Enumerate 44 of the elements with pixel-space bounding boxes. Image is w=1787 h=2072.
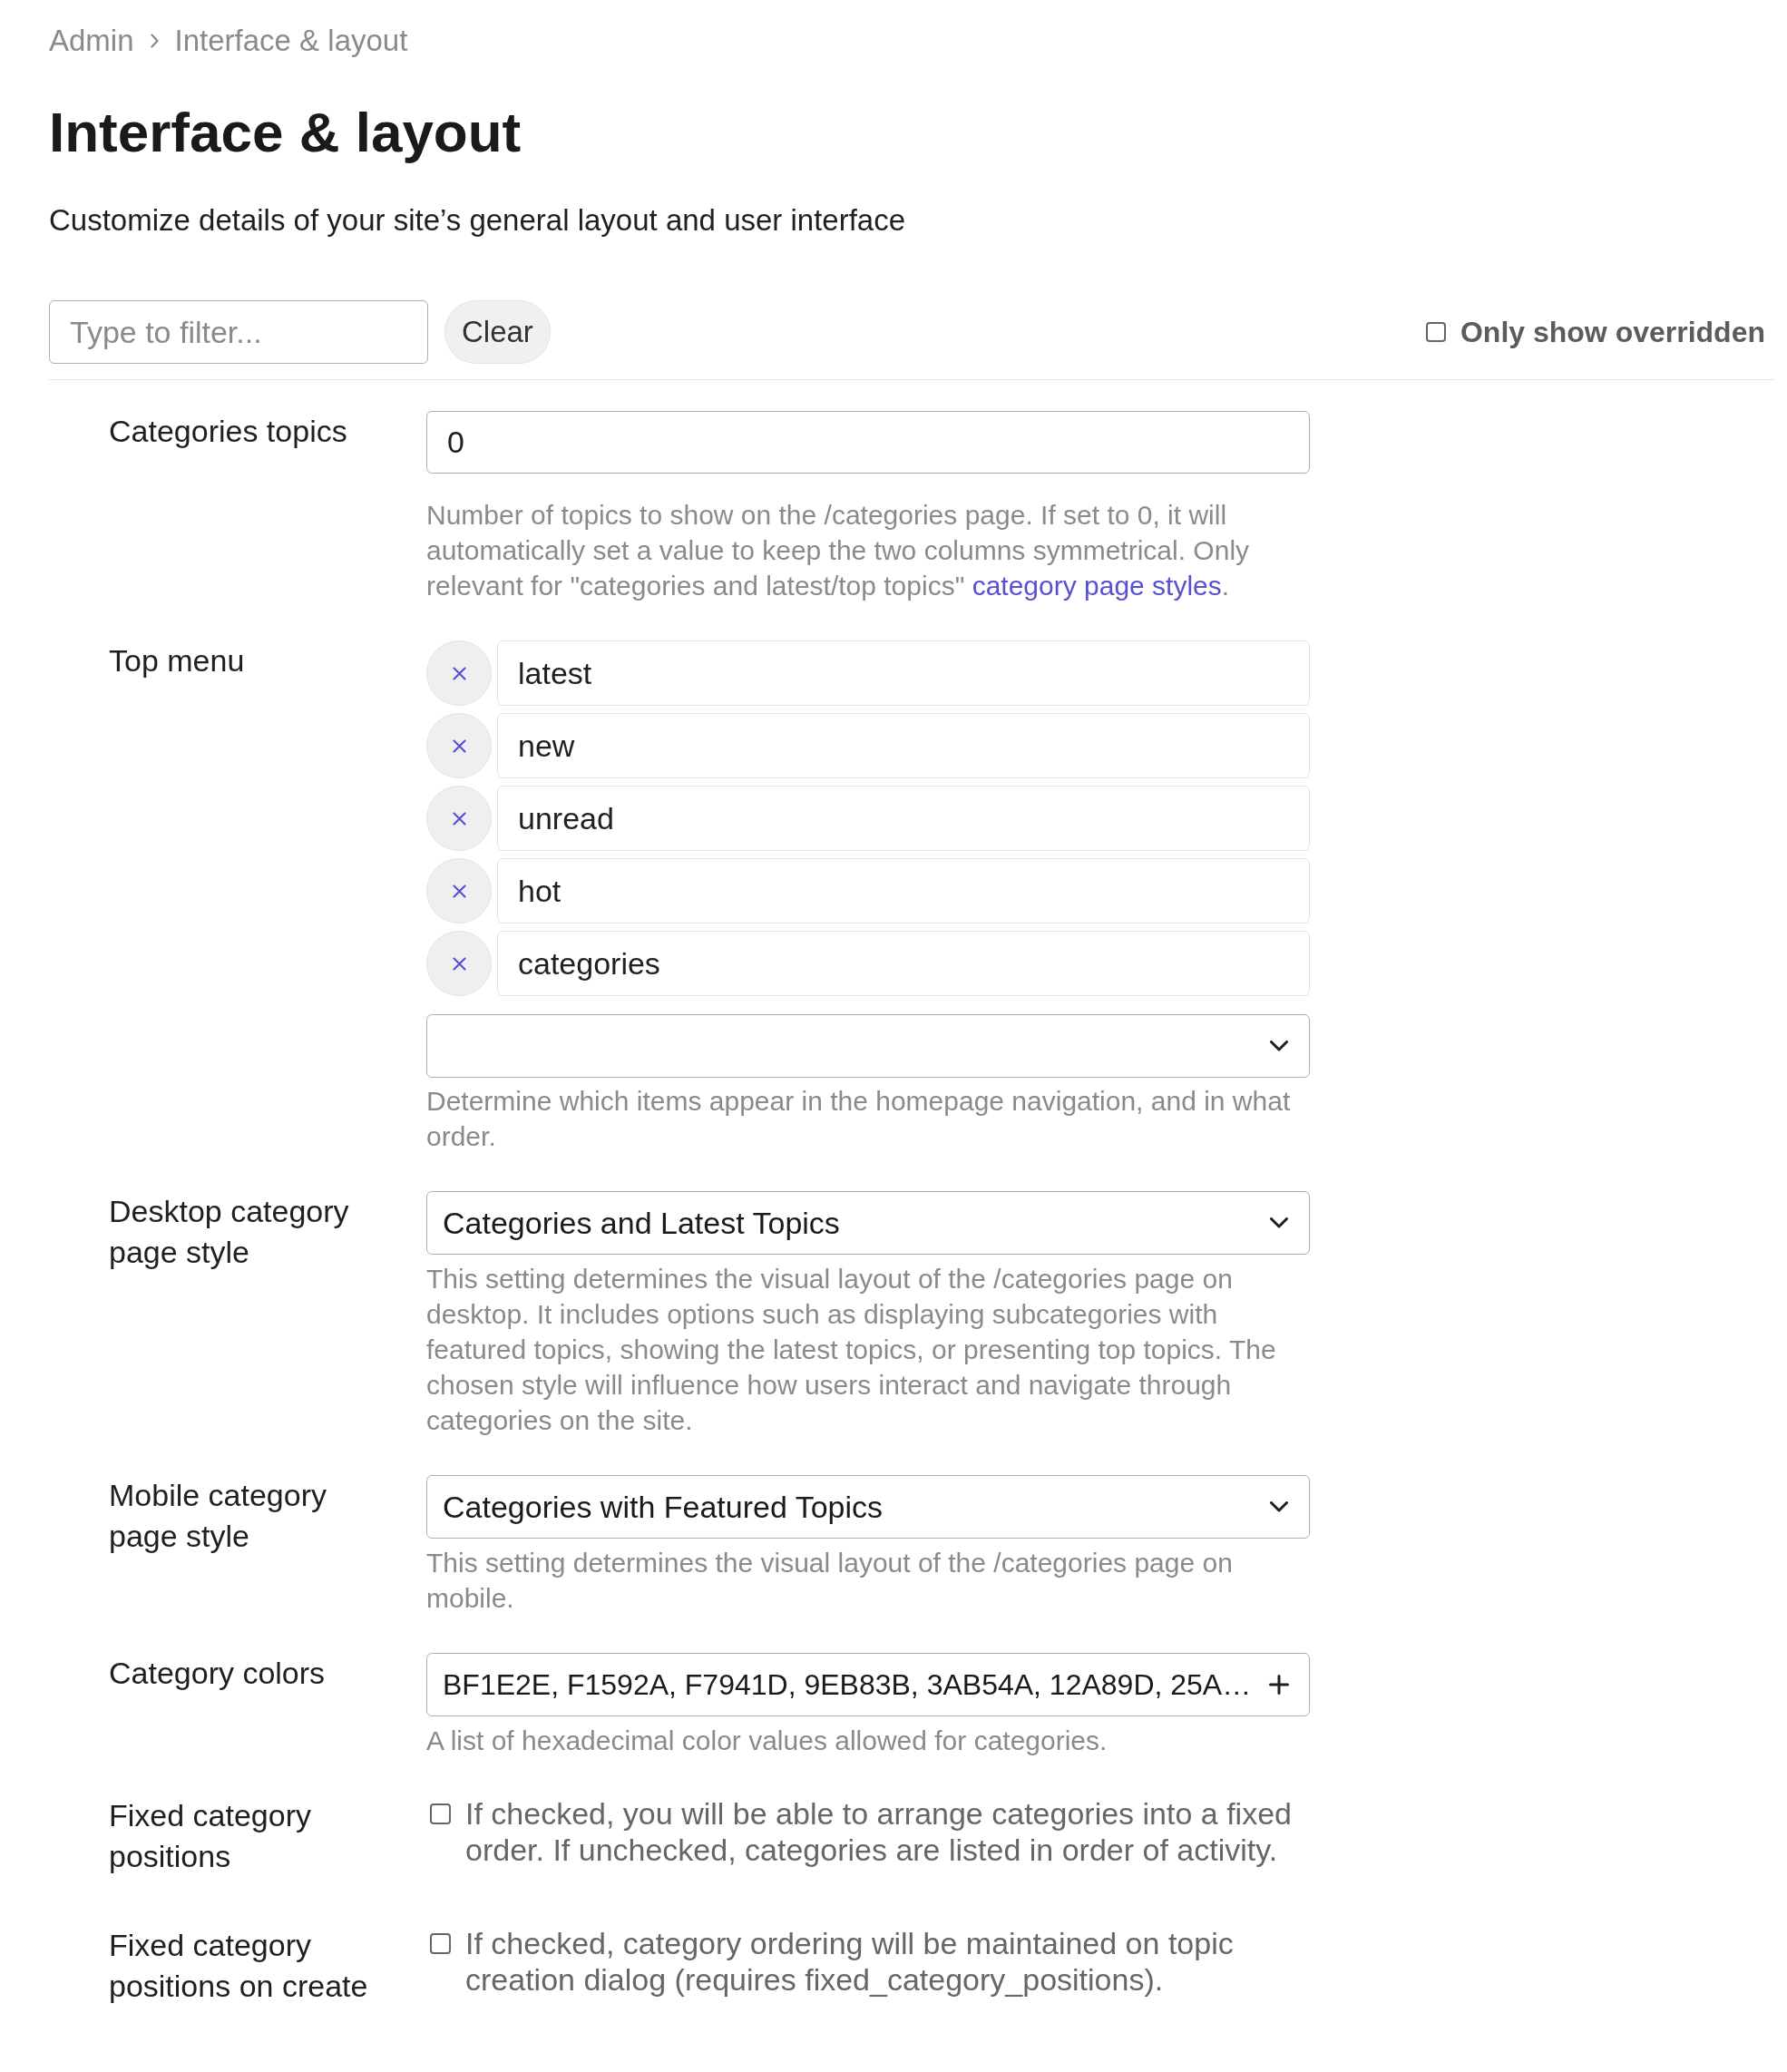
color-list-field[interactable]: BF1E2E, F1592A, F7941D, 9EB83B, 3AB54A, 12A89D, 25A… xyxy=(426,1653,1310,1716)
setting-label: Category colors xyxy=(109,1655,326,1692)
menu-item-field[interactable]: unread xyxy=(497,786,1310,851)
close-icon xyxy=(452,738,466,753)
chevron-right-icon xyxy=(150,34,159,48)
page-subtitle: Customize details of your site’s general layout and user interface xyxy=(49,202,906,239)
setting-description: This setting determines the visual layout of the /categories page on desktop. It includes options such as displaying subcategories with featured topics, showing the latest topics, or presenting top topics. The chosen style will influence how users interact and navigate through categories on the site. xyxy=(426,1263,1277,1437)
menu-item-field[interactable]: new xyxy=(497,713,1310,778)
plus-icon xyxy=(1269,1675,1289,1695)
breadcrumb-current: Interface & layout xyxy=(174,23,408,59)
page-title: Interface & layout xyxy=(49,100,522,165)
link[interactable]: category page styles xyxy=(972,571,1222,601)
select-field[interactable]: Categories and Latest Topics xyxy=(426,1191,1310,1255)
checkbox-label[interactable]: Only show overridden xyxy=(1460,314,1765,350)
close-icon xyxy=(452,666,466,680)
text-field[interactable]: 0 xyxy=(426,411,1310,474)
dropdown-field[interactable] xyxy=(426,1014,1310,1078)
setting-label: Mobile category page style xyxy=(109,1477,327,1555)
close-icon xyxy=(452,956,466,971)
menu-item-field[interactable]: latest xyxy=(497,640,1310,706)
close-icon xyxy=(452,884,466,898)
checkbox-label[interactable]: If checked, you will be able to arrange categories into a fixed order. If unchecked, categories are listed in order of activity. xyxy=(465,1795,1310,1868)
chevron-down-icon xyxy=(1270,1041,1288,1051)
menu-item-field[interactable]: categories xyxy=(497,931,1310,996)
setting-label: Top menu xyxy=(109,642,245,679)
checkbox[interactable] xyxy=(430,1933,451,1954)
setting-label: Fixed category positions on create xyxy=(109,1927,369,2005)
filter-field[interactable]: Type to filter... xyxy=(49,300,428,364)
clear-button[interactable]: Clear xyxy=(444,300,551,364)
select-field[interactable]: Categories with Featured Topics xyxy=(426,1475,1310,1539)
close-icon xyxy=(452,811,466,826)
setting-label: Categories topics xyxy=(109,413,347,450)
checkbox[interactable] xyxy=(1425,322,1446,342)
setting-description: Determine which items appear in the homepage navigation, and in what order. xyxy=(426,1085,1292,1153)
setting-label: Desktop category page style xyxy=(109,1193,350,1271)
checkbox-label[interactable]: If checked, category ordering will be maintained on topic creation dialog (requires fixed_category_positions). xyxy=(465,1925,1310,1998)
chevron-down-icon xyxy=(1270,1501,1288,1512)
menu-item-field[interactable]: hot xyxy=(497,858,1310,924)
setting-description: This setting determines the visual layout of the /categories page on mobile. xyxy=(426,1547,1234,1615)
setting-description: Number of topics to show on the /categories page. If set to 0, it will automatically set a value to keep the two columns symmetrical. Only relevant for "categories and latest/top topics" category page styles. xyxy=(426,499,1251,602)
chevron-down-icon xyxy=(1270,1217,1288,1228)
setting-label: Fixed category positions xyxy=(109,1797,312,1875)
checkbox[interactable] xyxy=(430,1803,451,1824)
setting-description: A list of hexadecimal color values allowed for categories. xyxy=(426,1725,1108,1757)
